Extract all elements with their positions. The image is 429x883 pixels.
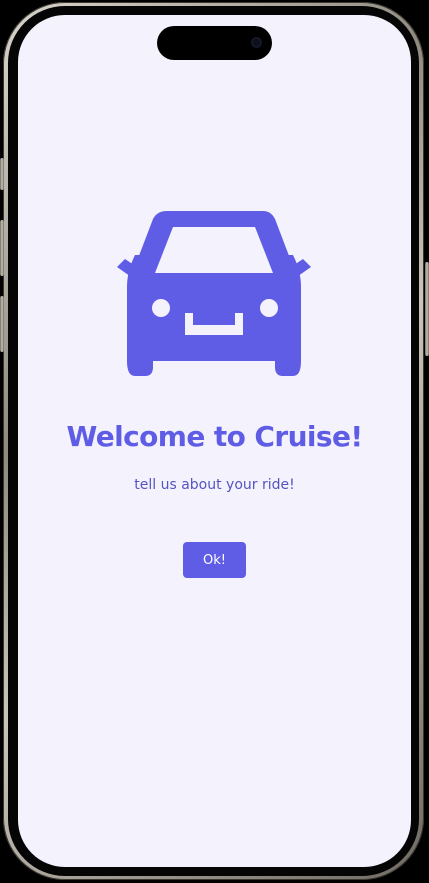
volume-down-button — [0, 296, 4, 352]
front-camera-icon — [251, 37, 262, 48]
car-front-icon — [117, 211, 311, 376]
welcome-title: Welcome to Cruise! — [66, 420, 363, 453]
dynamic-island — [157, 26, 272, 60]
power-button — [425, 262, 429, 356]
action-button — [0, 158, 4, 190]
app-screen: Welcome to Cruise! tell us about your ri… — [18, 15, 411, 867]
left-headlight — [152, 299, 170, 317]
home-indicator-area — [18, 857, 411, 867]
right-headlight — [260, 299, 278, 317]
ok-button[interactable]: Ok! — [183, 542, 246, 578]
subtitle-text: tell us about your ride! — [134, 477, 295, 493]
volume-up-button — [0, 220, 4, 276]
